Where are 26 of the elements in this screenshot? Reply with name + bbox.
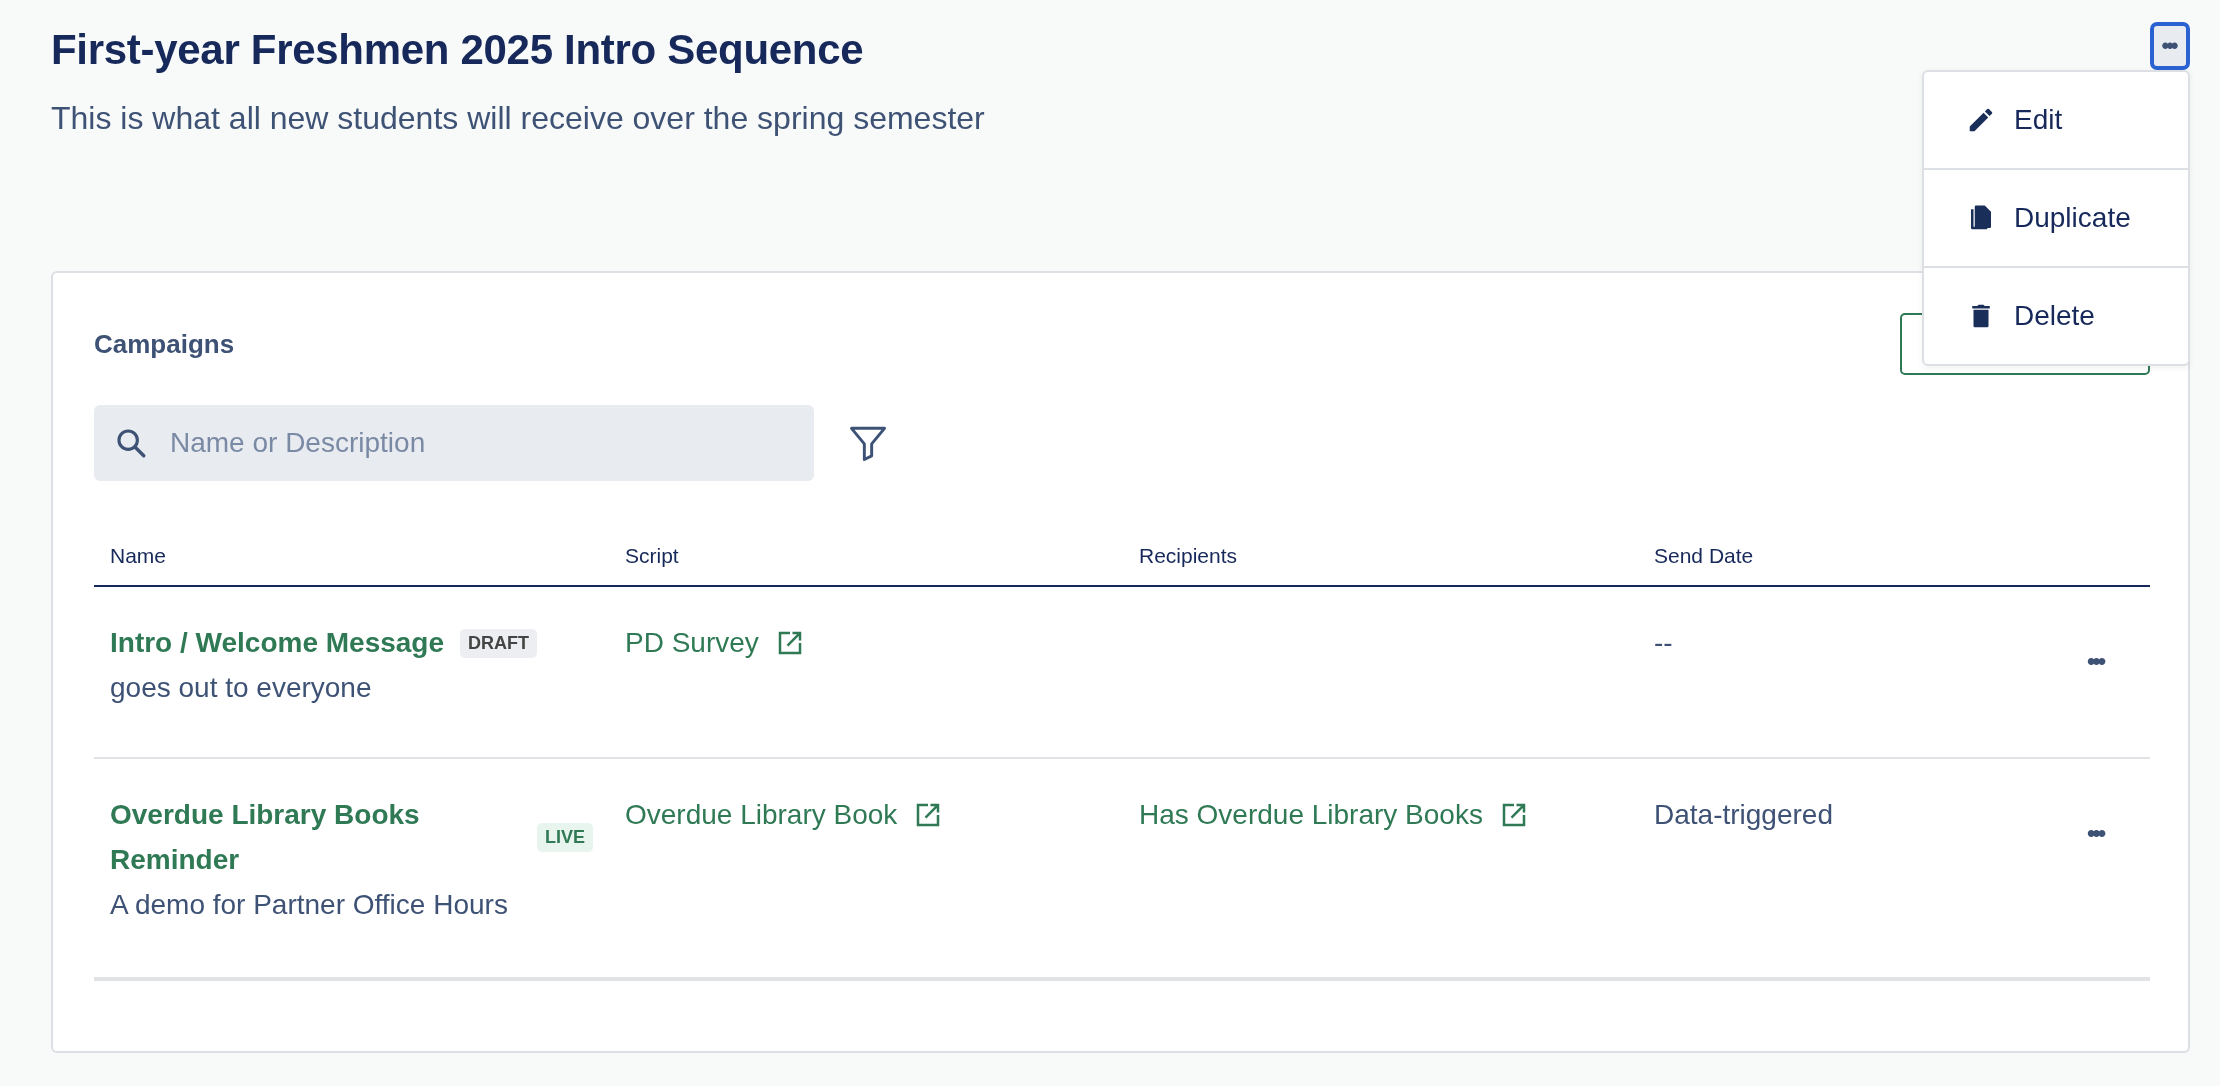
page-subtitle: This is what all new students will receive over the spring semester — [51, 100, 985, 137]
menu-item[interactable]: Delete — [1924, 268, 2188, 364]
script-link[interactable]: Overdue Library Book — [625, 793, 944, 838]
search-field[interactable]: Name or Description — [94, 405, 814, 481]
campaign-name-link[interactable]: Intro / Welcome Message — [110, 621, 445, 666]
campaign-description: goes out to everyone — [110, 670, 372, 705]
section-heading: Campaigns — [94, 329, 235, 360]
send-date: Data-triggered — [1654, 798, 1833, 832]
column-header: Name — [109, 544, 168, 568]
row-actions-button[interactable]: ••• — [2086, 819, 2104, 847]
campaign-name-link[interactable]: Overdue Library Books Reminder — [110, 793, 490, 883]
menu-item[interactable]: Duplicate — [1924, 170, 2188, 268]
column-header: Recipients — [1138, 544, 1239, 568]
row-actions-button[interactable]: ••• — [2086, 647, 2104, 675]
script-link[interactable]: PD Survey — [625, 621, 805, 666]
column-header: Script — [624, 544, 680, 568]
search-icon — [114, 426, 148, 460]
recipients-link[interactable]: Has Overdue Library Books — [1139, 793, 1529, 838]
menu-item[interactable]: Edit — [1924, 72, 2188, 170]
status-badge: DRAFT — [460, 628, 538, 658]
send-date: -- — [1654, 626, 1673, 660]
column-header: Send Date — [1653, 544, 1755, 568]
page-title: First-year Freshmen 2025 Intro Sequence — [51, 26, 865, 74]
campaign-description: A demo for Partner Office Hours — [110, 887, 508, 922]
more-options-button[interactable]: ••• — [2150, 22, 2190, 70]
status-badge: LIVE — [537, 823, 593, 853]
